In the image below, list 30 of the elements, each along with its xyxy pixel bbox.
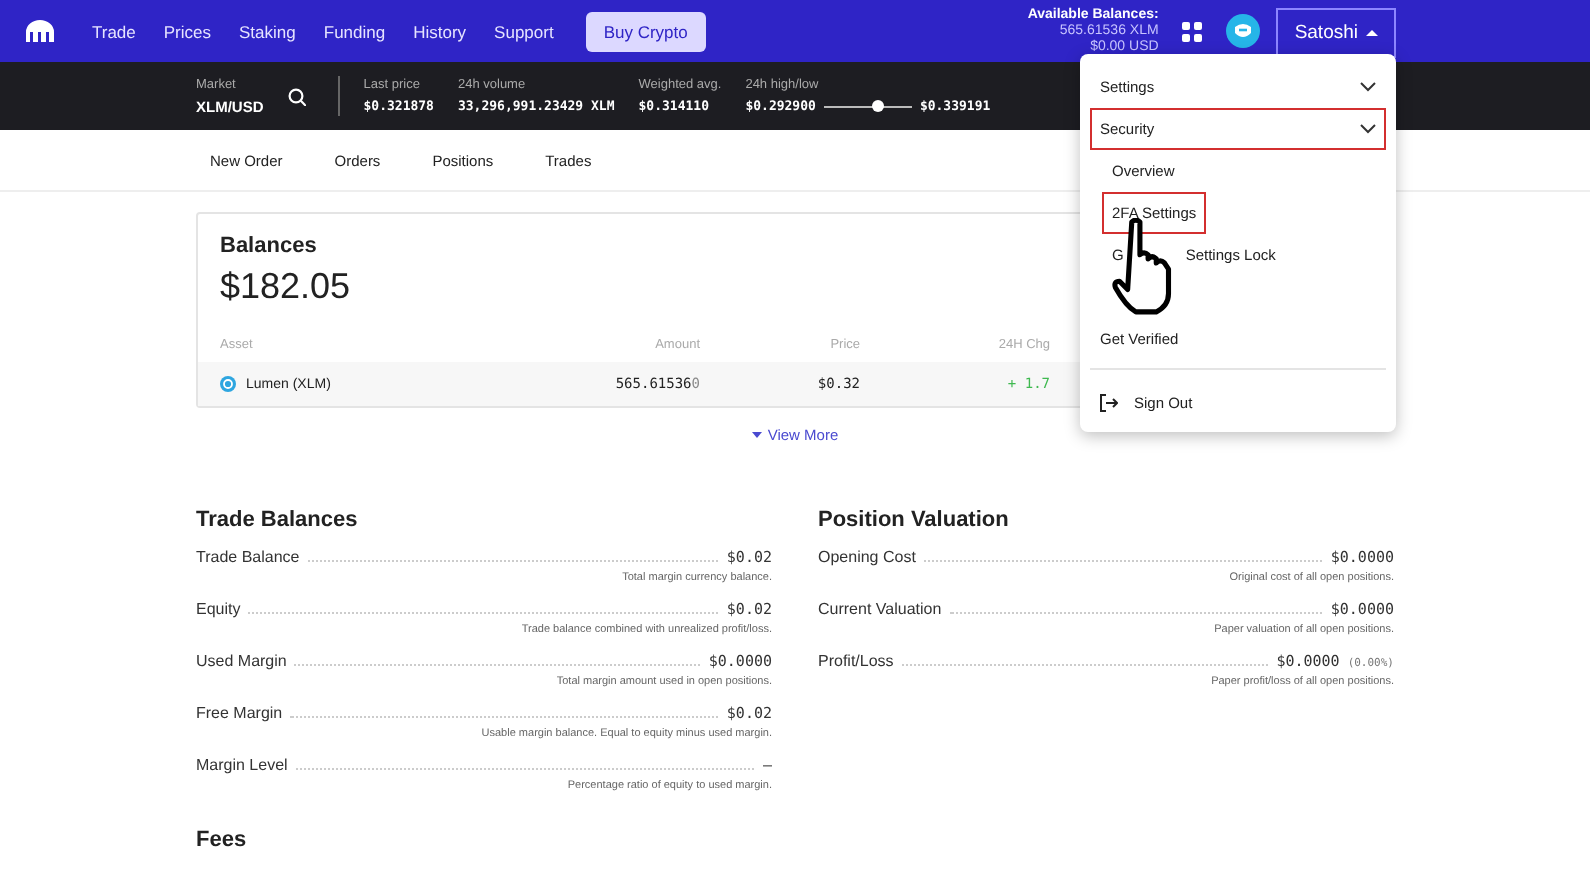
metric-label: Used Margin xyxy=(196,652,287,670)
metric-label: Opening Cost xyxy=(818,548,916,566)
sign-out-icon xyxy=(1100,394,1118,412)
metric-label: Margin Level xyxy=(196,756,288,774)
nav-link[interactable]: Trade xyxy=(92,21,136,41)
section-title: Balances xyxy=(220,234,317,258)
chevron-down-icon xyxy=(1360,82,1376,92)
nav-link[interactable]: Staking xyxy=(239,21,296,41)
section-title: Trade Balances xyxy=(196,508,360,532)
nav-link[interactable]: Funding xyxy=(323,21,386,41)
metric-label: Current Valuation xyxy=(818,600,942,618)
metric-label: Equity xyxy=(196,600,241,618)
section-title: Fees xyxy=(196,828,249,852)
metric-label: Profit/Loss xyxy=(818,652,894,670)
total-balance: $182.05 xyxy=(220,266,351,308)
search-icon[interactable] xyxy=(287,87,306,105)
metric-label: Free Margin xyxy=(196,704,283,722)
chevron-down-icon xyxy=(1360,124,1376,134)
nav-link[interactable]: Support xyxy=(494,21,554,41)
section-title: Position Valuation xyxy=(818,508,1011,532)
grid-icon[interactable] xyxy=(1182,21,1203,41)
metric-label: Trade Balance xyxy=(196,548,300,566)
caret-icon xyxy=(751,432,762,438)
nav-link[interactable]: History xyxy=(413,21,467,41)
logo-icon[interactable] xyxy=(24,18,56,44)
buy-crypto-button[interactable]: Buy Crypto xyxy=(585,11,706,51)
caret-icon xyxy=(1366,28,1378,38)
avatar-icon[interactable] xyxy=(1226,14,1261,48)
coin-icon xyxy=(220,376,236,392)
nav-link[interactable]: Prices xyxy=(163,21,212,41)
